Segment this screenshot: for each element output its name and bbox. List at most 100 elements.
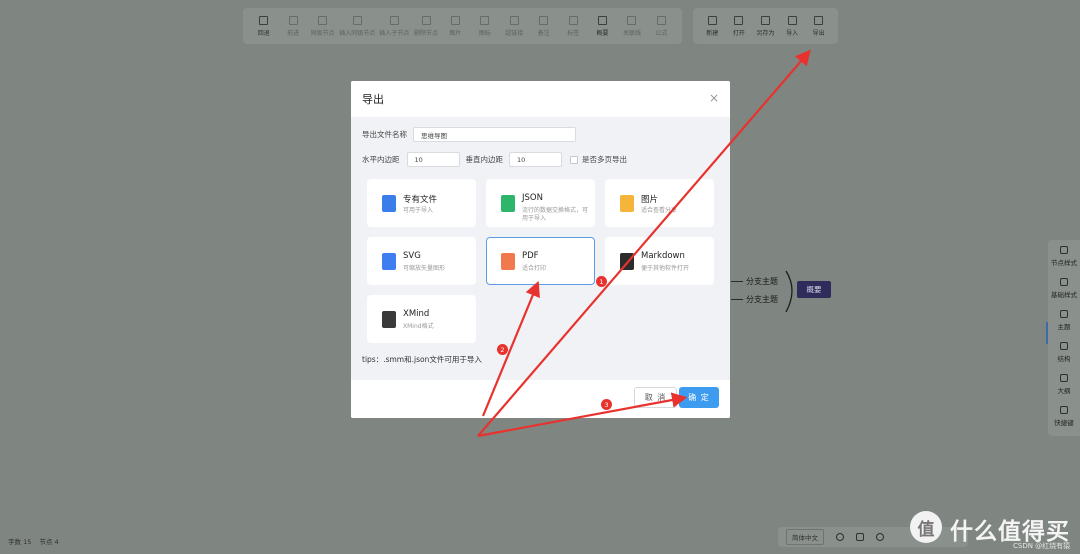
toolbar-note-button[interactable]: 备注 xyxy=(529,8,558,44)
branch-connector-line xyxy=(731,299,743,300)
toolbar-button-label: 图标 xyxy=(478,29,491,37)
watermark-logo: 值 xyxy=(910,511,942,543)
toolbar-association-line-button[interactable]: 关联线 xyxy=(617,8,646,44)
new-file-icon xyxy=(707,15,717,25)
close-icon[interactable]: × xyxy=(709,92,719,104)
format-name: XMind xyxy=(403,309,430,319)
format-name: 专有文件 xyxy=(403,195,438,205)
toolbar-insert-child-button[interactable]: 插入子节点 xyxy=(377,8,411,44)
toolbar-emoji-button[interactable]: 图标 xyxy=(470,8,499,44)
export-format-xmind-file-card[interactable]: XMind XMind格式 xyxy=(367,295,476,343)
toolbar-button-label: 导出 xyxy=(812,29,825,37)
language-select[interactable]: 简体中文 xyxy=(786,529,824,545)
padding-horizontal-input[interactable]: 10 xyxy=(406,152,460,167)
format-description: 可缩放矢量图形 xyxy=(403,265,446,272)
filename-label: 导出文件名称 xyxy=(362,130,407,139)
padding-horizontal-label: 水平内边距 xyxy=(362,155,400,164)
side-panel-theme-shirt[interactable]: 主题 xyxy=(1048,304,1080,336)
association-line-icon xyxy=(627,15,637,25)
toolbar-button-label: 同级节点 xyxy=(310,29,335,37)
toolbar-open-folder-button[interactable]: 打开 xyxy=(726,8,753,44)
toolbar-button-label: 删除节点 xyxy=(414,29,439,37)
confirm-button[interactable]: 确 定 xyxy=(679,387,719,408)
toolbar-formula-button[interactable]: 公式 xyxy=(647,8,676,44)
step-badge: 3 xyxy=(601,399,612,410)
format-name: JSON xyxy=(522,193,543,203)
export-format-markdown-card[interactable]: Markdown 便于其他软件打开 xyxy=(605,237,714,285)
toolbar-button-label: 插入子节点 xyxy=(379,29,410,37)
side-panel-node-style[interactable]: 节点样式 xyxy=(1048,240,1080,272)
redo-icon xyxy=(288,15,298,25)
main-toolbar: 回退 前进 同级节点 插入同级节点 插入子节点 删除节点 图片 图标 超链接 备注 标签 概要 关联线 公… xyxy=(243,8,682,44)
toolbar-image-button[interactable]: 图片 xyxy=(441,8,470,44)
side-panel-structure[interactable]: 结构 xyxy=(1048,336,1080,368)
toolbar-button-label: 公式 xyxy=(655,29,668,37)
markdown-icon xyxy=(620,253,634,270)
toolbar-tag-button[interactable]: 标签 xyxy=(558,8,587,44)
format-description: 可用于导入 xyxy=(403,207,434,214)
side-panel-label: 结构 xyxy=(1057,354,1071,363)
format-name: 图片 xyxy=(641,195,659,205)
toolbar-export-button[interactable]: 导出 xyxy=(805,8,832,44)
csdn-watermark: CSDN @红烧有猿 xyxy=(1013,542,1071,550)
padding-vertical-label: 垂直内边距 xyxy=(465,155,504,164)
filename-input[interactable]: 思维导图 xyxy=(413,127,576,142)
side-panel-outline[interactable]: 大纲 xyxy=(1048,368,1080,400)
export-format-pdf-file-card[interactable]: PDF 适合打印 xyxy=(486,237,595,285)
toolbar-new-file-button[interactable]: 新建 xyxy=(699,8,726,44)
branch-topic-node[interactable]: 分支主题 xyxy=(746,294,778,305)
json-file-icon xyxy=(501,195,515,212)
format-description: 流行的数据交换格式，可用于导入 xyxy=(522,207,589,222)
tag-icon xyxy=(568,15,578,25)
navigator-icon[interactable] xyxy=(876,533,884,541)
smm-file-icon xyxy=(382,195,396,212)
toolbar-redo-button[interactable]: 前进 xyxy=(278,8,307,44)
toolbar-import-button[interactable]: 导入 xyxy=(779,8,806,44)
word-count: 字数 15 xyxy=(8,538,32,546)
search-icon[interactable] xyxy=(836,533,844,541)
format-name: SVG xyxy=(403,251,421,261)
node-count: 节点 4 xyxy=(39,538,59,546)
png-image-icon xyxy=(620,195,634,212)
branch-topic-node[interactable]: 分支主题 xyxy=(746,276,778,287)
image-icon xyxy=(450,15,460,25)
cancel-button[interactable]: 取 消 xyxy=(634,387,677,408)
svg-file-icon xyxy=(382,253,396,270)
padding-row: 水平内边距 10 垂直内边距 10 是否多页导出 xyxy=(362,152,627,167)
hand-icon[interactable] xyxy=(856,533,864,541)
toolbar-button-label: 另存为 xyxy=(756,29,775,37)
toolbar-button-label: 概要 xyxy=(596,29,609,37)
export-format-smm-file-card[interactable]: 专有文件 可用于导入 xyxy=(367,179,476,227)
toolbar-delete-node-button[interactable]: 删除节点 xyxy=(411,8,440,44)
padding-vertical-input[interactable]: 10 xyxy=(509,152,562,167)
outline-icon xyxy=(1060,373,1068,382)
toolbar-sibling-node-button[interactable]: 同级节点 xyxy=(308,8,337,44)
side-panel-label: 主题 xyxy=(1057,322,1071,331)
toolbar-button-label: 关联线 xyxy=(622,29,641,37)
dialog-header: 导出 × xyxy=(351,81,730,117)
link-icon xyxy=(509,15,519,25)
format-description: 适合查看分享 xyxy=(641,207,678,214)
summary-node[interactable]: 概要 xyxy=(797,281,831,298)
multipage-checkbox[interactable] xyxy=(570,155,578,164)
toolbar-link-button[interactable]: 超链接 xyxy=(500,8,529,44)
toolbar-button-label: 打开 xyxy=(732,29,745,37)
toolbar-undo-button[interactable]: 回退 xyxy=(249,8,278,44)
side-panel-keyboard[interactable]: 快捷键 xyxy=(1048,400,1080,432)
toolbar-insert-sibling-button[interactable]: 插入同级节点 xyxy=(337,8,377,44)
theme-shirt-icon xyxy=(1060,309,1068,318)
formula-icon xyxy=(656,15,666,25)
side-panel-label: 基础样式 xyxy=(1051,290,1077,299)
toolbar-save-as-button[interactable]: 另存为 xyxy=(752,8,779,44)
side-panel-base-style[interactable]: 基础样式 xyxy=(1048,272,1080,304)
export-format-svg-file-card[interactable]: SVG 可缩放矢量图形 xyxy=(367,237,476,285)
structure-icon xyxy=(1060,341,1068,350)
node-style-icon xyxy=(1060,245,1068,254)
insert-sibling-icon xyxy=(352,15,362,25)
side-panel-label: 大纲 xyxy=(1057,386,1071,395)
note-icon xyxy=(539,15,549,25)
export-format-png-image-card[interactable]: 图片 适合查看分享 xyxy=(605,179,714,227)
toolbar-summary-button[interactable]: 概要 xyxy=(588,8,617,44)
step-badge: 1 xyxy=(596,276,607,287)
export-format-json-file-card[interactable]: JSON 流行的数据交换格式，可用于导入 xyxy=(486,179,595,227)
